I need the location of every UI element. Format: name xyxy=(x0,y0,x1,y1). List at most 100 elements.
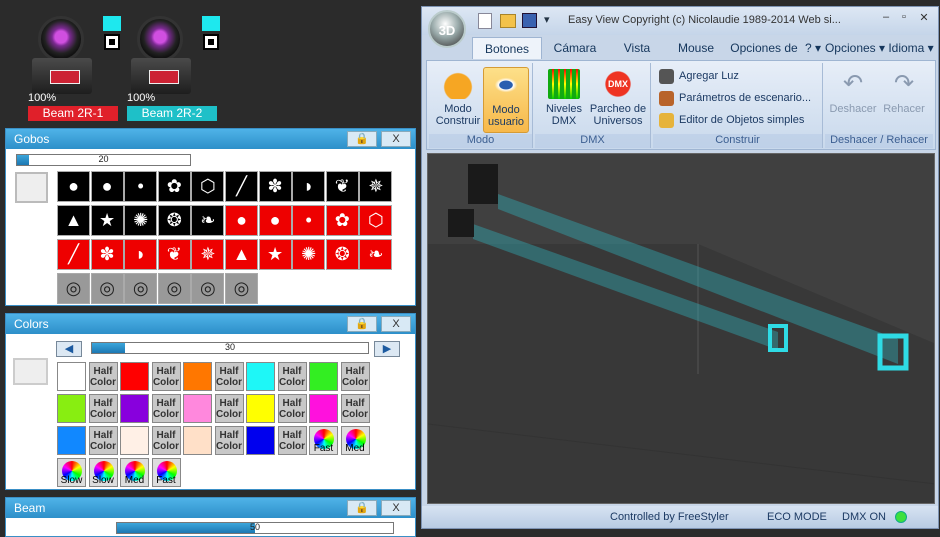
lock-icon[interactable]: 🔒 xyxy=(347,316,377,332)
tab-botones[interactable]: Botones esta xyxy=(472,37,542,78)
maximize-button[interactable]: ▫ xyxy=(895,11,913,29)
options-menu[interactable]: Opciones ▾ xyxy=(822,37,888,59)
color-swatch[interactable] xyxy=(246,362,275,391)
deshacer-button[interactable]: ↶ Deshacer xyxy=(827,67,879,133)
gobo-item-icon[interactable]: ✽ xyxy=(258,171,292,202)
color-swatch[interactable] xyxy=(183,362,212,391)
gobo-item-icon[interactable]: ╱ xyxy=(225,171,258,202)
close-button[interactable]: X xyxy=(381,131,411,147)
parametros-escenario-button[interactable]: Parámetros de escenario... xyxy=(659,89,811,108)
modo-usuario-button[interactable]: Modo usuario xyxy=(483,67,529,133)
half-color-button[interactable]: Half Color xyxy=(88,426,118,455)
color-swatch[interactable] xyxy=(309,362,338,391)
gobo-item-icon[interactable]: ● xyxy=(225,205,258,236)
color-swatch[interactable] xyxy=(57,426,86,455)
gobo-item-icon[interactable]: ● xyxy=(258,205,292,236)
gobo-item-icon[interactable]: ★ xyxy=(258,239,292,270)
half-color-button[interactable]: Half Color xyxy=(277,394,307,423)
color-wheel-icon[interactable]: Fast xyxy=(151,458,181,487)
gobo-item-icon[interactable]: ✽ xyxy=(90,239,124,270)
gobo-item-icon[interactable]: • xyxy=(292,205,326,236)
gobo-item-icon[interactable]: ⬡ xyxy=(359,205,393,236)
gobo-item-icon[interactable]: ◎ xyxy=(191,273,225,304)
gobo-item-icon[interactable]: ◎ xyxy=(225,273,258,304)
tab-mouse[interactable]: Mouse xyxy=(670,37,722,59)
tab-vista[interactable]: Vista xyxy=(612,37,662,59)
gobo-item-icon[interactable]: ✵ xyxy=(191,239,225,270)
gobo-item-icon[interactable]: • xyxy=(124,171,158,202)
rehacer-button[interactable]: ↷ Rehacer xyxy=(879,67,929,133)
gobo-item-icon[interactable]: ✿ xyxy=(325,205,359,236)
close-button[interactable]: X xyxy=(381,316,411,332)
lock-icon[interactable]: 🔒 xyxy=(347,131,377,147)
half-color-button[interactable]: Half Color xyxy=(277,362,307,391)
half-color-button[interactable]: Half Color xyxy=(151,426,181,455)
gobo-item-icon[interactable]: ❦ xyxy=(157,239,191,270)
gobo-item-icon[interactable]: ◎ xyxy=(157,273,191,304)
color-swatch[interactable] xyxy=(309,394,338,423)
gobo-item-icon[interactable]: ╱ xyxy=(57,239,90,270)
color-wheel-icon[interactable]: Med xyxy=(120,458,149,487)
qat-dropdown-icon[interactable]: ▾ xyxy=(544,13,550,26)
close-window-button[interactable]: ✕ xyxy=(915,11,933,29)
save-icon[interactable] xyxy=(522,13,537,28)
color-swatch[interactable] xyxy=(57,394,86,423)
gobo-item-icon[interactable]: ✿ xyxy=(157,171,191,202)
half-color-button[interactable]: Half Color xyxy=(214,426,244,455)
half-color-button[interactable]: Half Color xyxy=(151,362,181,391)
fixture-beam-1[interactable]: 100% Beam 2R-1 xyxy=(28,12,122,122)
lock-icon[interactable]: 🔒 xyxy=(347,500,377,516)
niveles-dmx-button[interactable]: Niveles DMX xyxy=(541,67,587,133)
gobo-item-icon[interactable]: ❧ xyxy=(359,239,393,270)
color-preview[interactable] xyxy=(13,358,48,385)
close-button[interactable]: X xyxy=(381,500,411,516)
gobo-item-icon[interactable]: ◎ xyxy=(90,273,124,304)
tab-camara[interactable]: Cámara xyxy=(550,37,600,59)
parcheo-universos-button[interactable]: DMX Parcheo de Universos xyxy=(589,67,647,133)
color-swatch[interactable] xyxy=(246,426,275,455)
gobo-item-icon[interactable]: ✺ xyxy=(124,205,158,236)
app-logo-icon[interactable]: 3D xyxy=(428,10,466,48)
color-swatch[interactable] xyxy=(120,426,149,455)
gobo-item-icon[interactable]: ❂ xyxy=(325,239,359,270)
gobo-slider[interactable]: 20 xyxy=(16,154,191,166)
language-menu[interactable]: Idioma ▾ xyxy=(886,37,936,59)
3d-viewport[interactable] xyxy=(427,153,935,504)
half-color-button[interactable]: Half Color xyxy=(88,394,118,423)
color-wheel-icon[interactable]: Slow xyxy=(88,458,118,487)
beam-slider[interactable]: 50 xyxy=(116,522,394,534)
gobo-item-icon[interactable]: ❂ xyxy=(157,205,191,236)
agregar-luz-button[interactable]: Agregar Luz xyxy=(659,67,739,86)
color-swatch[interactable] xyxy=(246,394,275,423)
gobo-item-icon[interactable]: ◎ xyxy=(57,273,90,304)
modo-construir-button[interactable]: Modo Construir xyxy=(435,67,481,133)
color-wheel-icon[interactable]: Slow xyxy=(57,458,86,487)
color-swatch[interactable] xyxy=(120,362,149,391)
fixture-beam-2[interactable]: 100% Beam 2R-2 xyxy=(127,12,221,122)
help-menu[interactable]: ? ▾ xyxy=(802,37,824,59)
gobo-item-icon[interactable]: ★ xyxy=(90,205,124,236)
next-arrow-icon[interactable]: ▶ xyxy=(374,341,400,357)
color-swatch[interactable] xyxy=(183,426,212,455)
color-slider[interactable]: 30 xyxy=(91,342,369,354)
gobo-item-icon[interactable]: ❦ xyxy=(325,171,359,202)
gobo-item-icon[interactable]: ◎ xyxy=(124,273,158,304)
editor-objetos-button[interactable]: Editor de Objetos simples xyxy=(659,111,804,130)
gobo-item-icon[interactable]: ● xyxy=(90,171,124,202)
prev-arrow-icon[interactable]: ◀ xyxy=(56,341,82,357)
half-color-button[interactable]: Half Color xyxy=(151,394,181,423)
open-folder-icon[interactable] xyxy=(500,14,516,28)
gobo-item-icon[interactable]: ▲ xyxy=(225,239,258,270)
color-wheel-icon[interactable]: Med xyxy=(340,426,370,455)
color-swatch[interactable] xyxy=(57,362,86,391)
half-color-button[interactable]: Half Color xyxy=(88,362,118,391)
gobo-item-icon[interactable]: ▲ xyxy=(57,205,90,236)
new-file-icon[interactable] xyxy=(478,13,492,29)
gobo-item-icon[interactable]: ◗ xyxy=(292,171,326,202)
gobo-item-icon[interactable]: ✵ xyxy=(359,171,393,202)
tab-opciones-de[interactable]: Opciones de xyxy=(728,37,800,59)
color-swatch[interactable] xyxy=(183,394,212,423)
gobo-item-icon[interactable]: ● xyxy=(57,171,90,202)
half-color-button[interactable]: Half Color xyxy=(214,394,244,423)
gobo-item-icon[interactable]: ❧ xyxy=(191,205,225,236)
